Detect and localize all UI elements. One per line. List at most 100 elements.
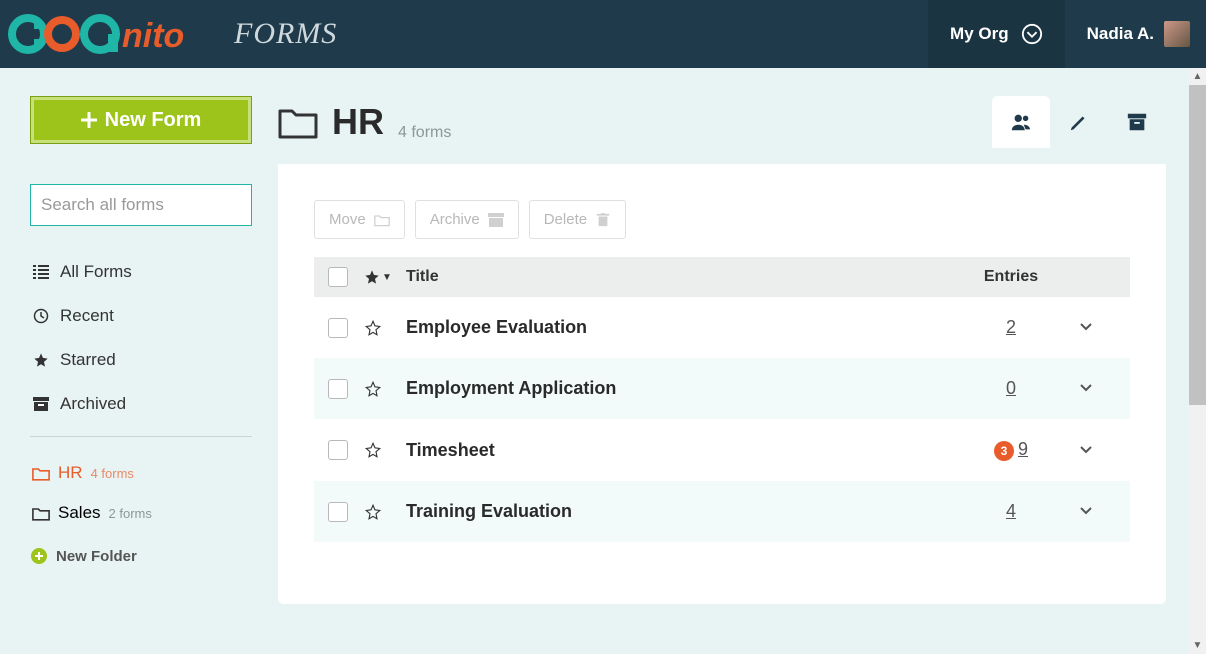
- chevron-down-icon[interactable]: [1079, 319, 1093, 333]
- svg-text:nito: nito: [122, 17, 184, 55]
- row-checkbox[interactable]: [328, 440, 348, 460]
- search-input[interactable]: [41, 195, 262, 215]
- entries-count[interactable]: 4: [1006, 501, 1016, 521]
- caret-down-icon: ▼: [382, 272, 392, 283]
- avatar: [1164, 21, 1190, 47]
- action-label: Move: [329, 211, 366, 228]
- org-switcher[interactable]: My Org: [928, 0, 1065, 68]
- form-title[interactable]: Employment Application: [406, 378, 616, 398]
- folder-icon: [32, 506, 50, 521]
- sidebar-item-starred[interactable]: Starred: [30, 338, 252, 382]
- column-header-entries[interactable]: Entries: [966, 268, 1056, 286]
- org-label: My Org: [950, 24, 1009, 44]
- form-title[interactable]: Timesheet: [406, 440, 495, 460]
- new-folder-button[interactable]: New Folder: [30, 547, 256, 565]
- row-checkbox[interactable]: [328, 318, 348, 338]
- select-all-checkbox[interactable]: [328, 267, 348, 287]
- sort-by-star[interactable]: ▼: [364, 269, 406, 285]
- folder-icon: [278, 105, 318, 139]
- action-label: Archive: [430, 211, 480, 228]
- clock-icon: [32, 308, 50, 324]
- scrollbar[interactable]: ▲: [1189, 68, 1206, 654]
- archive-icon: [32, 397, 50, 411]
- entries-count[interactable]: 0: [1006, 378, 1016, 398]
- star-icon: [364, 269, 380, 285]
- star-outline-icon[interactable]: [364, 319, 382, 337]
- main-content: HR 4 forms Move: [278, 68, 1206, 654]
- tab-archive[interactable]: [1108, 96, 1166, 148]
- user-menu[interactable]: Nadia A.: [1065, 0, 1206, 68]
- page-subtitle: 4 forms: [398, 124, 451, 148]
- new-folder-label: New Folder: [56, 548, 137, 565]
- app-header: nito FORMS My Org Nadia A.: [0, 0, 1206, 68]
- sidebar-item-recent[interactable]: Recent: [30, 294, 252, 338]
- chevron-down-circle-icon: [1021, 23, 1043, 45]
- table-row: Timesheet 39: [314, 419, 1130, 481]
- page-tabs: [992, 96, 1166, 148]
- new-entries-badge[interactable]: 3: [994, 441, 1014, 461]
- sidebar-item-archived[interactable]: Archived: [30, 382, 252, 426]
- scroll-down-icon[interactable]: ▼: [1189, 637, 1206, 654]
- folder-count: 2 forms: [109, 506, 152, 521]
- page-title: HR: [332, 101, 384, 143]
- chevron-down-icon[interactable]: [1079, 442, 1093, 456]
- delete-button[interactable]: Delete: [529, 200, 626, 239]
- entries-count[interactable]: 9: [1018, 439, 1028, 459]
- folder-label: Sales: [58, 503, 101, 523]
- tab-sharing[interactable]: [992, 96, 1050, 148]
- folder-item-sales[interactable]: Sales 2 forms: [30, 493, 256, 533]
- plus-icon: [81, 112, 97, 128]
- new-form-label: New Form: [105, 109, 202, 132]
- pencil-icon: [1068, 111, 1090, 133]
- star-outline-icon[interactable]: [364, 503, 382, 521]
- archive-icon: [488, 213, 504, 227]
- archive-button[interactable]: Archive: [415, 200, 519, 239]
- chevron-down-icon[interactable]: [1079, 503, 1093, 517]
- users-icon: [1010, 111, 1032, 133]
- chevron-down-icon[interactable]: [1079, 380, 1093, 394]
- star-outline-icon[interactable]: [364, 441, 382, 459]
- scroll-thumb[interactable]: [1189, 85, 1206, 405]
- column-header-title[interactable]: Title: [406, 268, 966, 286]
- new-form-button[interactable]: New Form: [30, 96, 252, 144]
- table-row: Employee Evaluation 2: [314, 297, 1130, 358]
- user-name: Nadia A.: [1087, 24, 1154, 44]
- sidebar: New Form All Forms Recent: [0, 68, 278, 654]
- entries-count[interactable]: 2: [1006, 317, 1016, 337]
- table-row: Employment Application 0: [314, 358, 1130, 419]
- plus-circle-icon: [30, 547, 48, 565]
- brand-suffix: FORMS: [234, 17, 337, 51]
- table-row: Training Evaluation 4: [314, 481, 1130, 542]
- tab-edit[interactable]: [1050, 96, 1108, 148]
- row-checkbox[interactable]: [328, 502, 348, 522]
- folder-icon: [374, 213, 390, 227]
- form-title[interactable]: Employee Evaluation: [406, 317, 587, 337]
- sidebar-item-label: Starred: [60, 350, 116, 370]
- sidebar-item-label: All Forms: [60, 262, 132, 282]
- scroll-up-icon[interactable]: ▲: [1189, 68, 1206, 85]
- bulk-actions: Move Archive Delete: [314, 200, 1130, 239]
- forms-panel: Move Archive Delete ▼ Title: [278, 164, 1166, 604]
- trash-icon: [595, 213, 611, 227]
- move-button[interactable]: Move: [314, 200, 405, 239]
- archive-icon: [1126, 111, 1148, 133]
- folder-icon: [32, 466, 50, 481]
- list-icon: [32, 265, 50, 279]
- folder-count: 4 forms: [91, 466, 134, 481]
- folder-label: HR: [58, 463, 83, 483]
- form-title[interactable]: Training Evaluation: [406, 501, 572, 521]
- cognito-logo-icon: nito: [8, 9, 228, 59]
- brand-logo[interactable]: nito FORMS: [8, 9, 337, 59]
- action-label: Delete: [544, 211, 587, 228]
- sidebar-item-all-forms[interactable]: All Forms: [30, 250, 252, 294]
- sidebar-item-label: Recent: [60, 306, 114, 326]
- search-box[interactable]: [30, 184, 252, 226]
- sidebar-item-label: Archived: [60, 394, 126, 414]
- star-icon: [32, 352, 50, 368]
- folder-item-hr[interactable]: HR 4 forms: [30, 453, 256, 493]
- table-header: ▼ Title Entries: [314, 257, 1130, 297]
- page-header: HR 4 forms: [278, 68, 1166, 164]
- star-outline-icon[interactable]: [364, 380, 382, 398]
- sidebar-separator: [30, 436, 252, 437]
- row-checkbox[interactable]: [328, 379, 348, 399]
